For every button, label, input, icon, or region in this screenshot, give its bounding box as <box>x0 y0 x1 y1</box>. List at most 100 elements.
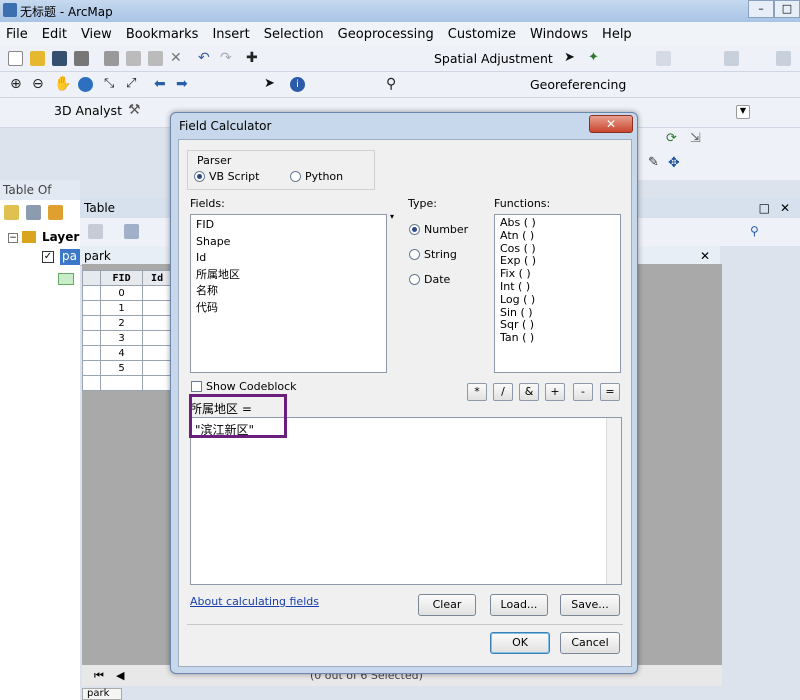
list-by-drawing-order-icon[interactable] <box>4 205 19 220</box>
type-number-radio[interactable] <box>409 224 420 235</box>
edit-icon[interactable]: ✎ <box>648 156 663 171</box>
list-by-visibility-icon[interactable] <box>48 205 63 220</box>
python-radio[interactable] <box>290 171 301 182</box>
row-selector-header[interactable] <box>82 270 101 286</box>
show-codeblock-checkbox[interactable] <box>191 381 202 392</box>
table-tab-park[interactable]: park <box>84 249 111 263</box>
function-item[interactable]: Abs ( ) <box>495 216 620 230</box>
field-item[interactable]: Shape <box>191 234 386 251</box>
table-row[interactable]: 2 <box>82 315 172 331</box>
fixed-zoom-in-icon[interactable]: ⤡ <box>104 77 119 92</box>
function-item[interactable]: Int ( ) <box>495 280 620 294</box>
type-string-radio[interactable] <box>409 249 420 260</box>
new-document-icon[interactable] <box>8 51 23 66</box>
interpolate-hammer-icon[interactable]: ⚒ <box>128 103 143 118</box>
view-link-table-icon[interactable] <box>724 51 739 66</box>
field-item[interactable]: 代码 <box>191 300 386 317</box>
table-row[interactable]: 1 <box>82 300 172 316</box>
field-item[interactable]: Id <box>191 250 386 267</box>
3d-analyst-menu[interactable]: 3D Analyst <box>54 103 122 118</box>
select-elements-icon[interactable]: ➤ <box>264 77 279 92</box>
table-search-icon[interactable]: ⚲ <box>750 224 765 239</box>
save-button[interactable]: Save... <box>560 594 620 616</box>
redo-icon[interactable]: ↷ <box>220 51 235 66</box>
select-arrow-icon[interactable]: ➤ <box>564 51 579 66</box>
operator-minus-button[interactable]: - <box>573 383 593 401</box>
menu-bookmarks[interactable]: Bookmarks <box>126 27 199 42</box>
adjustment-preview-icon[interactable] <box>776 51 791 66</box>
find-binoculars-icon[interactable]: ⚲ <box>386 77 401 92</box>
menu-edit[interactable]: Edit <box>42 27 67 42</box>
menu-view[interactable]: View <box>81 27 112 42</box>
function-item[interactable]: Log ( ) <box>495 293 620 307</box>
clear-button[interactable]: Clear <box>418 594 476 616</box>
georeferencing-menu[interactable]: Georeferencing <box>530 77 626 92</box>
operator-divide-button[interactable]: / <box>493 383 513 401</box>
table-row[interactable]: 3 <box>82 330 172 346</box>
open-folder-icon[interactable] <box>30 51 45 66</box>
menu-help[interactable]: Help <box>602 27 632 42</box>
cut-icon[interactable] <box>104 51 119 66</box>
menu-geoprocessing[interactable]: Geoprocessing <box>338 27 434 42</box>
expression-scrollbar[interactable] <box>606 418 621 584</box>
menu-customize[interactable]: Customize <box>448 27 516 42</box>
minimize-button[interactable]: – <box>748 0 774 18</box>
cancel-button[interactable]: Cancel <box>560 632 620 654</box>
forward-arrow-icon[interactable]: ➡ <box>176 77 191 92</box>
menu-selection[interactable]: Selection <box>264 27 324 42</box>
zoom-out-icon[interactable]: ⊖ <box>32 77 47 92</box>
field-item[interactable]: 名称 <box>191 283 386 300</box>
vbscript-radio[interactable] <box>194 171 205 182</box>
column-header-id[interactable]: Id <box>142 270 172 286</box>
related-tables-icon[interactable] <box>124 224 139 239</box>
dialog-close-button[interactable]: ✕ <box>589 115 633 133</box>
layer-name[interactable]: pa <box>60 249 80 265</box>
new-displacement-link-icon[interactable]: ✦ <box>588 51 603 66</box>
table-tab-close-button[interactable]: ✕ <box>700 246 710 266</box>
table-options-icon[interactable] <box>88 224 103 239</box>
zoom-in-icon[interactable]: ⊕ <box>10 77 25 92</box>
print-icon[interactable] <box>74 51 89 66</box>
save-icon[interactable] <box>52 51 67 66</box>
type-date-radio[interactable] <box>409 274 420 285</box>
first-record-icon[interactable]: ⏮ <box>94 669 104 683</box>
back-arrow-icon[interactable]: ⬅ <box>154 77 169 92</box>
collapse-layers-icon[interactable]: − <box>8 233 18 243</box>
field-item[interactable]: 所属地区 <box>191 267 386 284</box>
column-header-fid[interactable]: FID <box>99 270 144 286</box>
undo-icon[interactable]: ↶ <box>198 51 213 66</box>
operator-plus-button[interactable]: + <box>545 383 565 401</box>
function-item[interactable]: Atn ( ) <box>495 229 620 243</box>
list-by-source-icon[interactable] <box>26 205 41 220</box>
scale-icon[interactable]: ⇲ <box>690 132 705 147</box>
table-dock-button[interactable]: □ <box>759 198 770 218</box>
fixed-zoom-out-icon[interactable]: ⤢ <box>126 77 141 92</box>
pan-hand-icon[interactable]: ✋ <box>54 77 71 92</box>
load-button[interactable]: Load... <box>490 594 548 616</box>
operator-equals-button[interactable]: = <box>600 383 620 401</box>
layer-visibility-checkbox[interactable]: ✓ <box>42 251 54 263</box>
menu-file[interactable]: File <box>6 27 28 42</box>
table-row[interactable]: 0 <box>82 285 172 301</box>
link-table-icon[interactable] <box>656 51 671 66</box>
operator-concat-button[interactable]: & <box>519 383 539 401</box>
about-calculating-fields-link[interactable]: About calculating fields <box>190 595 319 608</box>
delete-icon[interactable]: ✕ <box>170 51 185 66</box>
menu-windows[interactable]: Windows <box>530 27 588 42</box>
functions-list[interactable]: Abs ( ) Atn ( ) Cos ( ) Exp ( ) Fix ( ) … <box>494 214 621 373</box>
function-item[interactable]: Tan ( ) <box>495 331 620 345</box>
rotate-icon[interactable]: ⟳ <box>666 132 681 147</box>
table-row[interactable]: 5 <box>82 360 172 376</box>
layer-dropdown-arrow-icon[interactable]: ▼ <box>736 105 750 119</box>
operator-multiply-button[interactable]: * <box>467 383 487 401</box>
table-row[interactable] <box>82 375 172 391</box>
maximize-button[interactable]: □ <box>774 0 800 18</box>
add-data-icon[interactable]: ✚ <box>246 51 261 66</box>
table-bottom-tab[interactable]: park <box>82 688 122 700</box>
spatial-adjustment-menu[interactable]: Spatial Adjustment <box>434 51 553 66</box>
menu-insert[interactable]: Insert <box>212 27 249 42</box>
full-extent-globe-icon[interactable] <box>78 77 93 92</box>
field-item[interactable]: FID <box>191 217 386 234</box>
identify-icon[interactable]: i <box>290 77 305 92</box>
expression-textbox[interactable]: "滨江新区" <box>190 417 622 585</box>
